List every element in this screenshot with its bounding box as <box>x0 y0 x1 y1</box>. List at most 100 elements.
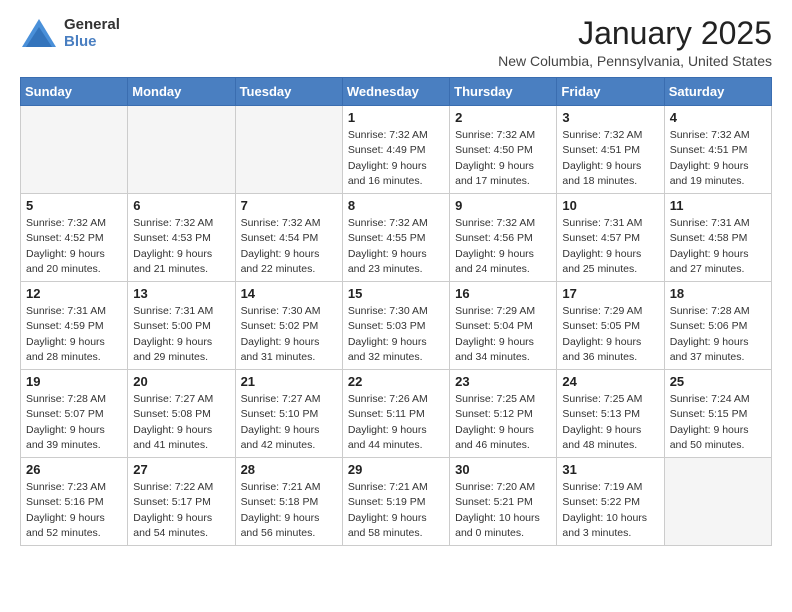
day-info: Sunrise: 7:32 AMSunset: 4:51 PMDaylight:… <box>670 128 766 189</box>
day-info: Sunrise: 7:30 AMSunset: 5:03 PMDaylight:… <box>348 304 444 365</box>
day-number: 30 <box>455 462 551 477</box>
logo-icon <box>20 17 58 49</box>
calendar-cell: 18 Sunrise: 7:28 AMSunset: 5:06 PMDayligh… <box>664 282 771 370</box>
calendar-week-row: 1Sunrise: 7:32 AMSunset: 4:49 PMDaylight… <box>21 106 772 194</box>
day-info: Sunrise: 7:23 AMSunset: 5:16 PMDaylight:… <box>26 480 122 541</box>
day-info: Sunrise: 7:32 AMSunset: 4:49 PMDaylight:… <box>348 128 444 189</box>
calendar-cell: 22 Sunrise: 7:26 AMSunset: 5:11 PMDayligh… <box>342 370 449 458</box>
calendar-cell: 15 Sunrise: 7:30 AMSunset: 5:03 PMDayligh… <box>342 282 449 370</box>
day-info: Sunrise: 7:24 AMSunset: 5:15 PMDaylight:… <box>670 392 766 453</box>
calendar-cell: 7 Sunrise: 7:32 AMSunset: 4:54 PMDaylight… <box>235 194 342 282</box>
weekday-header-saturday: Saturday <box>664 78 771 106</box>
day-number: 5 <box>26 198 122 213</box>
calendar-week-row: 26 Sunrise: 7:23 AMSunset: 5:16 PMDayligh… <box>21 458 772 546</box>
weekday-header-tuesday: Tuesday <box>235 78 342 106</box>
day-info: Sunrise: 7:31 AMSunset: 4:58 PMDaylight:… <box>670 216 766 277</box>
calendar-cell <box>128 106 235 194</box>
day-info: Sunrise: 7:29 AMSunset: 5:05 PMDaylight:… <box>562 304 658 365</box>
day-number: 27 <box>133 462 229 477</box>
day-info: Sunrise: 7:32 AMSunset: 4:54 PMDaylight:… <box>241 216 337 277</box>
day-number: 15 <box>348 286 444 301</box>
calendar-cell: 24Sunrise: 7:25 AMSunset: 5:13 PMDayligh… <box>557 370 664 458</box>
calendar-cell: 6 Sunrise: 7:32 AMSunset: 4:53 PMDaylight… <box>128 194 235 282</box>
day-number: 14 <box>241 286 337 301</box>
day-number: 2 <box>455 110 551 125</box>
calendar-cell: 1Sunrise: 7:32 AMSunset: 4:49 PMDaylight… <box>342 106 449 194</box>
day-info: Sunrise: 7:27 AMSunset: 5:10 PMDaylight:… <box>241 392 337 453</box>
calendar-cell: 14 Sunrise: 7:30 AMSunset: 5:02 PMDayligh… <box>235 282 342 370</box>
logo-blue: Blue <box>64 33 120 50</box>
day-info: Sunrise: 7:32 AMSunset: 4:51 PMDaylight:… <box>562 128 658 189</box>
day-number: 31 <box>562 462 658 477</box>
logo: General Blue <box>20 16 120 51</box>
day-number: 12 <box>26 286 122 301</box>
day-info: Sunrise: 7:27 AMSunset: 5:08 PMDaylight:… <box>133 392 229 453</box>
main-title: January 2025 <box>498 16 772 51</box>
calendar-week-row: 19Sunrise: 7:28 AMSunset: 5:07 PMDayligh… <box>21 370 772 458</box>
calendar-cell: 28 Sunrise: 7:21 AMSunset: 5:18 PMDayligh… <box>235 458 342 546</box>
page: General Blue January 2025 New Columbia, … <box>0 0 792 562</box>
day-number: 4 <box>670 110 766 125</box>
calendar-cell: 20 Sunrise: 7:27 AMSunset: 5:08 PMDayligh… <box>128 370 235 458</box>
calendar-cell: 12Sunrise: 7:31 AMSunset: 4:59 PMDayligh… <box>21 282 128 370</box>
day-info: Sunrise: 7:32 AMSunset: 4:56 PMDaylight:… <box>455 216 551 277</box>
calendar-cell: 3 Sunrise: 7:32 AMSunset: 4:51 PMDaylight… <box>557 106 664 194</box>
day-number: 10 <box>562 198 658 213</box>
calendar-cell: 29 Sunrise: 7:21 AMSunset: 5:19 PMDayligh… <box>342 458 449 546</box>
calendar-cell: 23 Sunrise: 7:25 AMSunset: 5:12 PMDayligh… <box>450 370 557 458</box>
day-info: Sunrise: 7:30 AMSunset: 5:02 PMDaylight:… <box>241 304 337 365</box>
day-number: 21 <box>241 374 337 389</box>
title-block: January 2025 New Columbia, Pennsylvania,… <box>498 16 772 69</box>
day-info: Sunrise: 7:25 AMSunset: 5:12 PMDaylight:… <box>455 392 551 453</box>
calendar-cell <box>664 458 771 546</box>
calendar-cell: 5 Sunrise: 7:32 AMSunset: 4:52 PMDaylight… <box>21 194 128 282</box>
calendar-cell <box>21 106 128 194</box>
calendar-cell: 25 Sunrise: 7:24 AMSunset: 5:15 PMDayligh… <box>664 370 771 458</box>
day-number: 23 <box>455 374 551 389</box>
day-info: Sunrise: 7:32 AMSunset: 4:52 PMDaylight:… <box>26 216 122 277</box>
calendar-cell: 17 Sunrise: 7:29 AMSunset: 5:05 PMDayligh… <box>557 282 664 370</box>
day-number: 17 <box>562 286 658 301</box>
subtitle: New Columbia, Pennsylvania, United State… <box>498 53 772 69</box>
day-info: Sunrise: 7:28 AMSunset: 5:06 PMDaylight:… <box>670 304 766 365</box>
day-number: 20 <box>133 374 229 389</box>
calendar-cell: 10Sunrise: 7:31 AMSunset: 4:57 PMDayligh… <box>557 194 664 282</box>
day-info: Sunrise: 7:21 AMSunset: 5:19 PMDaylight:… <box>348 480 444 541</box>
day-info: Sunrise: 7:22 AMSunset: 5:17 PMDaylight:… <box>133 480 229 541</box>
day-number: 7 <box>241 198 337 213</box>
calendar-header-row: SundayMondayTuesdayWednesdayThursdayFrid… <box>21 78 772 106</box>
calendar-cell: 19Sunrise: 7:28 AMSunset: 5:07 PMDayligh… <box>21 370 128 458</box>
day-info: Sunrise: 7:21 AMSunset: 5:18 PMDaylight:… <box>241 480 337 541</box>
weekday-header-monday: Monday <box>128 78 235 106</box>
day-number: 18 <box>670 286 766 301</box>
weekday-header-wednesday: Wednesday <box>342 78 449 106</box>
day-info: Sunrise: 7:19 AMSunset: 5:22 PMDaylight:… <box>562 480 658 541</box>
calendar-cell: 11Sunrise: 7:31 AMSunset: 4:58 PMDayligh… <box>664 194 771 282</box>
calendar-cell: 31 Sunrise: 7:19 AMSunset: 5:22 PMDayligh… <box>557 458 664 546</box>
day-number: 3 <box>562 110 658 125</box>
day-info: Sunrise: 7:32 AMSunset: 4:53 PMDaylight:… <box>133 216 229 277</box>
weekday-header-sunday: Sunday <box>21 78 128 106</box>
day-number: 16 <box>455 286 551 301</box>
day-info: Sunrise: 7:25 AMSunset: 5:13 PMDaylight:… <box>562 392 658 453</box>
day-number: 9 <box>455 198 551 213</box>
day-number: 22 <box>348 374 444 389</box>
weekday-header-friday: Friday <box>557 78 664 106</box>
day-number: 19 <box>26 374 122 389</box>
calendar-cell: 8Sunrise: 7:32 AMSunset: 4:55 PMDaylight… <box>342 194 449 282</box>
logo-general: General <box>64 16 120 33</box>
calendar-cell: 21 Sunrise: 7:27 AMSunset: 5:10 PMDayligh… <box>235 370 342 458</box>
day-number: 26 <box>26 462 122 477</box>
day-number: 25 <box>670 374 766 389</box>
day-info: Sunrise: 7:32 AMSunset: 4:50 PMDaylight:… <box>455 128 551 189</box>
day-info: Sunrise: 7:26 AMSunset: 5:11 PMDaylight:… <box>348 392 444 453</box>
weekday-header-thursday: Thursday <box>450 78 557 106</box>
calendar-cell: 2 Sunrise: 7:32 AMSunset: 4:50 PMDaylight… <box>450 106 557 194</box>
day-number: 29 <box>348 462 444 477</box>
day-number: 13 <box>133 286 229 301</box>
day-info: Sunrise: 7:32 AMSunset: 4:55 PMDaylight:… <box>348 216 444 277</box>
calendar-week-row: 5 Sunrise: 7:32 AMSunset: 4:52 PMDaylight… <box>21 194 772 282</box>
day-number: 6 <box>133 198 229 213</box>
day-number: 28 <box>241 462 337 477</box>
calendar-table: SundayMondayTuesdayWednesdayThursdayFrid… <box>20 77 772 546</box>
